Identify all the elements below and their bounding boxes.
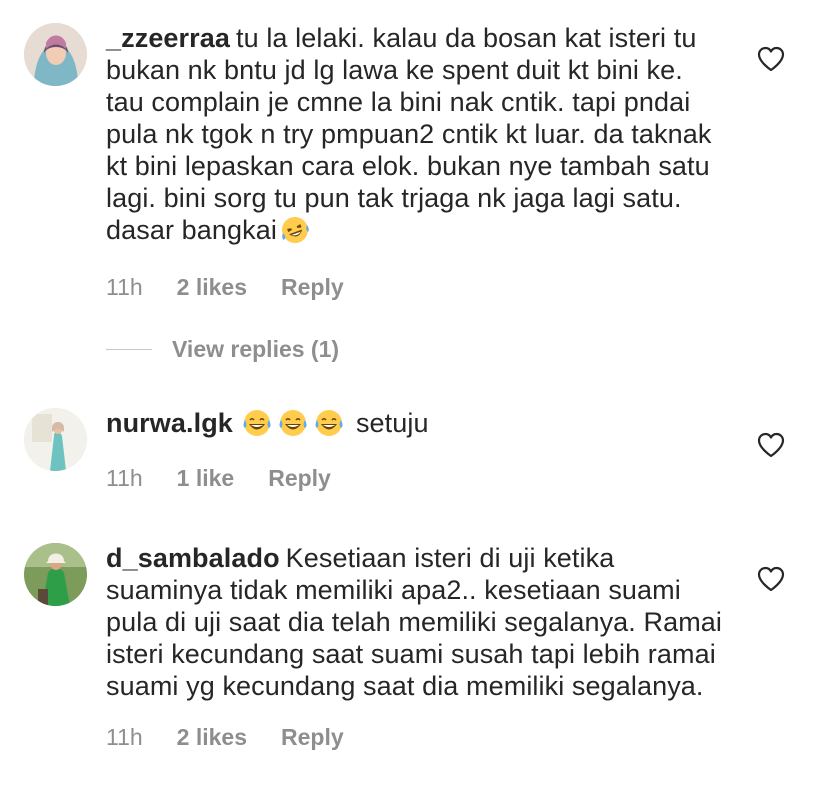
comment-username[interactable]: nurwa.lgk (106, 408, 233, 438)
comment-text: _zzeerraa tu la lelaki. kalau da bosan ka… (106, 22, 726, 252)
comment-meta: 11h 2 likes Reply (106, 722, 726, 752)
comment-likes[interactable]: 2 likes (177, 724, 247, 751)
comment-body: tu la lelaki. kalau da bosan kat isteri … (106, 23, 712, 245)
comment-time[interactable]: 11h (106, 724, 143, 751)
view-replies-button[interactable]: View replies (1) (106, 336, 339, 362)
avatar[interactable] (24, 408, 87, 471)
view-replies-divider (106, 348, 152, 350)
reply-button[interactable]: Reply (281, 274, 344, 301)
reply-button[interactable]: Reply (281, 724, 344, 751)
comment-likes[interactable]: 2 likes (177, 274, 247, 301)
comment-meta: 11h 1 like Reply (106, 463, 726, 493)
rofl-emoji (280, 215, 310, 252)
comment-text: nurwa.lgk setuju (106, 407, 726, 445)
avatar[interactable] (24, 23, 87, 86)
heart-outline-icon[interactable] (757, 432, 785, 458)
comment-username[interactable]: d_sambalado (106, 543, 280, 573)
comment-time[interactable]: 11h (106, 274, 143, 301)
heart-outline-icon[interactable] (757, 566, 785, 592)
comment-likes[interactable]: 1 like (177, 465, 235, 492)
joy-emoji (314, 408, 344, 445)
heart-outline-icon[interactable] (757, 46, 785, 72)
joy-emoji (278, 408, 308, 445)
comment-time[interactable]: 11h (106, 465, 143, 492)
view-replies-label: View replies (1) (172, 335, 340, 362)
comment-text: d_sambalado Kesetiaan isteri di uji ketik… (106, 542, 726, 702)
comment-username[interactable]: _zzeerraa (106, 23, 230, 53)
comment-body: setuju (355, 408, 429, 438)
avatar[interactable] (24, 543, 87, 606)
joy-emoji (242, 408, 272, 445)
comment-meta: 11h 2 likes Reply (106, 272, 726, 302)
reply-button[interactable]: Reply (268, 465, 331, 492)
